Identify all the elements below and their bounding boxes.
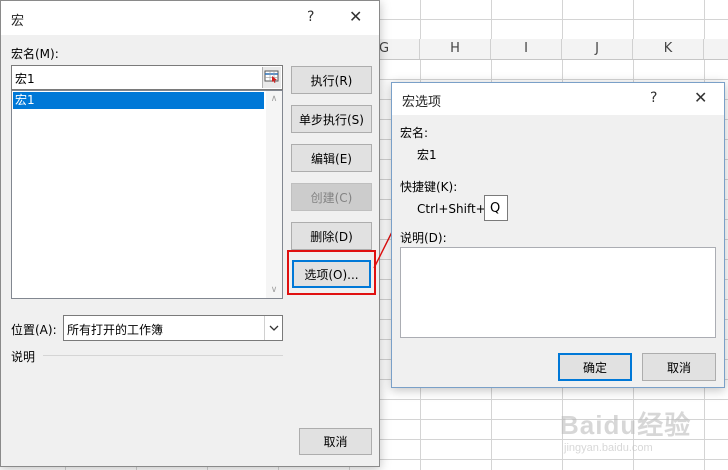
options-dialog-title: 宏选项 [402,95,442,110]
shortcut-key-value: Q [490,201,501,216]
watermark-logo: Baidu经验 [560,410,692,440]
help-icon[interactable]: ? [650,90,657,106]
ok-button[interactable]: 确定 [558,353,632,381]
options-dialog-titlebar: 宏选项 ? ✕ [392,83,724,115]
options-macro-name-value: 宏1 [417,148,437,162]
shortcut-prefix: Ctrl+Shift+ [417,202,486,216]
options-cancel-button[interactable]: 取消 [642,353,716,381]
options-macro-name-label: 宏名: [400,126,429,140]
description-textarea[interactable] [400,247,716,338]
close-icon[interactable]: ✕ [694,88,707,107]
macro-options-dialog: 宏选项 ? ✕ 宏名: 宏1 快捷键(K): Ctrl+Shift+ Q 说明(… [391,82,725,388]
watermark-url: jingyan.baidu.com [564,442,653,454]
watermark: Baidu经验 jingyan.baidu.com [560,405,691,454]
options-description-label: 说明(D): [400,231,447,245]
shortcut-label: 快捷键(K): [400,180,458,194]
shortcut-key-input[interactable]: Q [484,195,508,221]
